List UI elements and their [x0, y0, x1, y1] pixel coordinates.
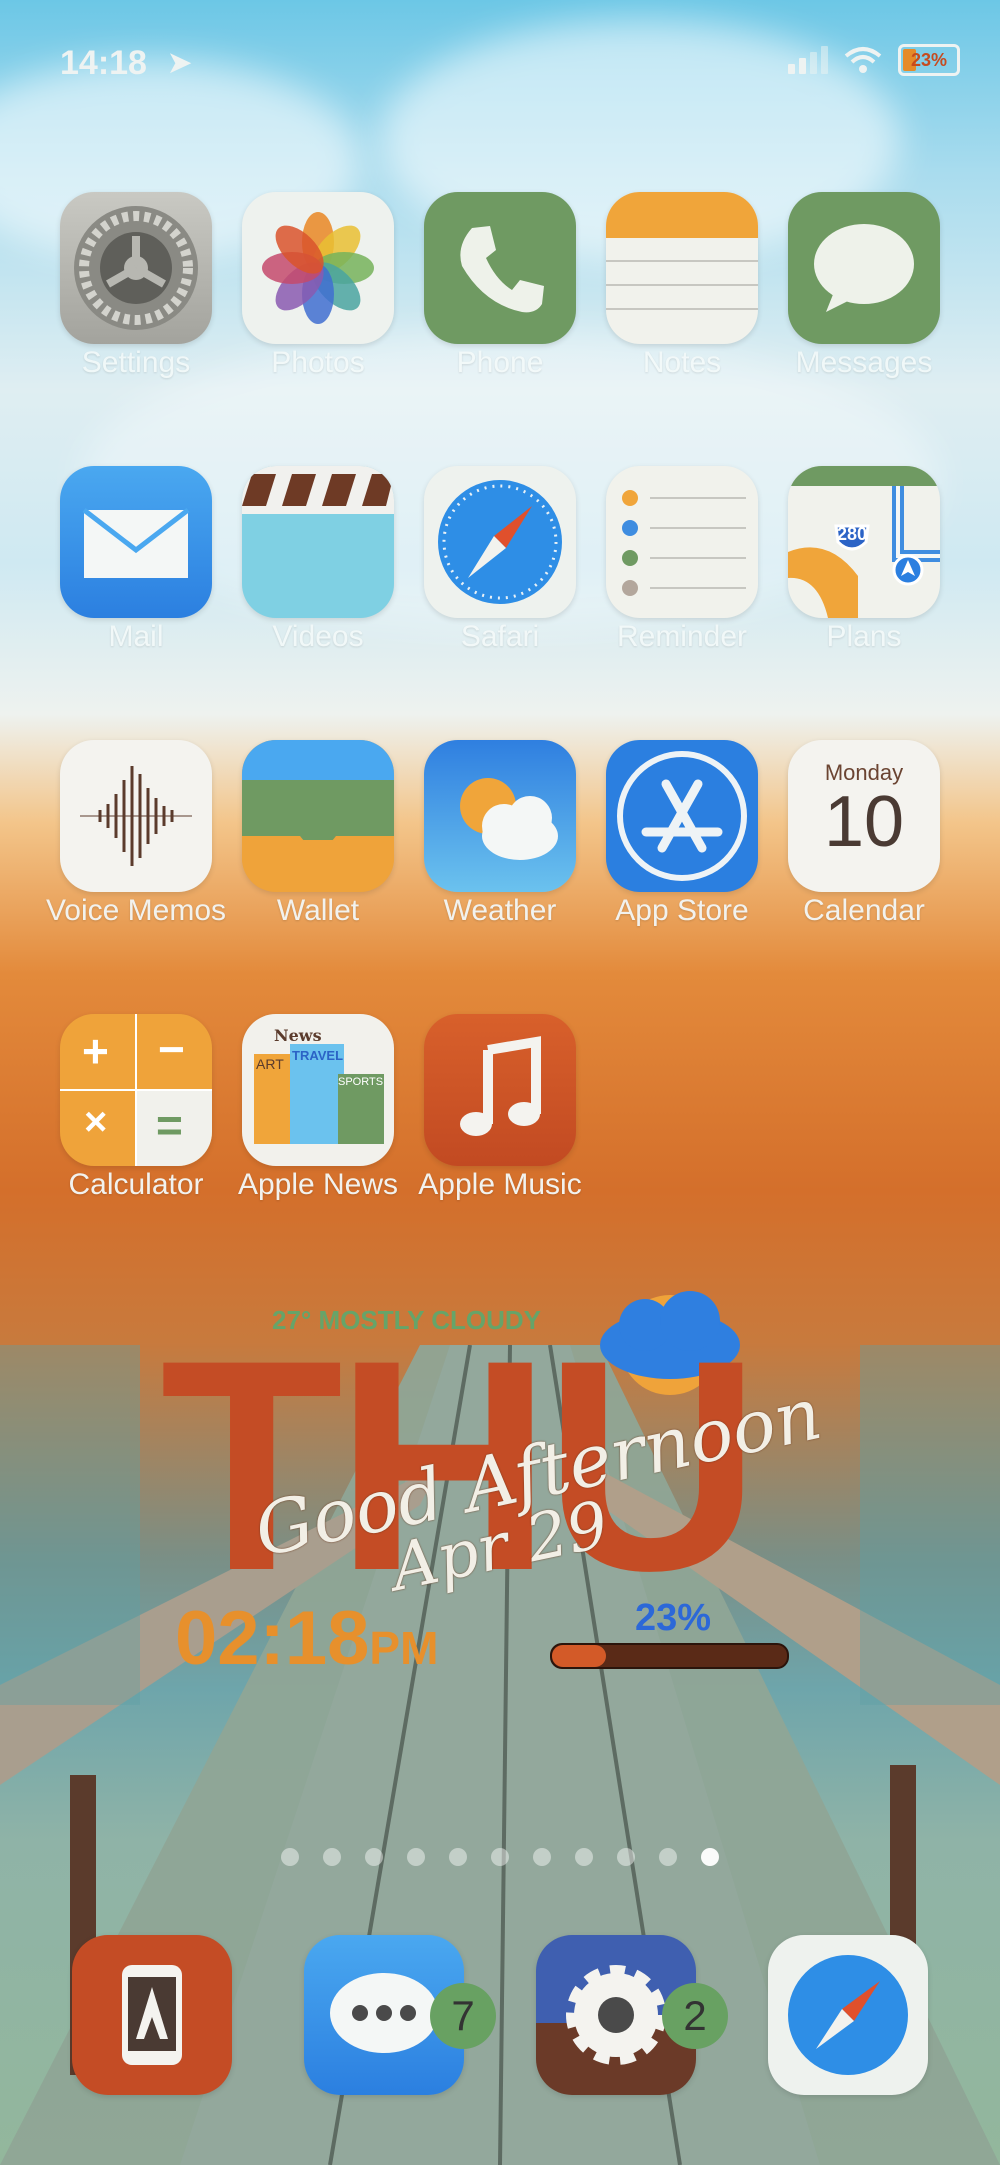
app-plans[interactable]: 280 Plans	[788, 466, 940, 654]
map-icon: 280	[788, 466, 940, 618]
app-wallet[interactable]: Wallet	[242, 740, 394, 928]
clapperboard-icon	[242, 466, 394, 618]
page-dot[interactable]	[617, 1848, 635, 1866]
app-label: Apple Music	[418, 1168, 582, 1201]
app-videos[interactable]: Videos	[242, 466, 394, 654]
page-dot[interactable]	[701, 1848, 719, 1866]
phone-icon	[424, 192, 576, 344]
message-bubble-icon	[788, 192, 940, 344]
calendar-icon: Monday 10	[788, 740, 940, 892]
app-voice-memos[interactable]: Voice Memos	[46, 740, 226, 928]
app-label: Messages	[795, 346, 933, 379]
gear-icon	[60, 192, 212, 344]
newspaper-icon: News ART TRAVEL SPORTS	[242, 1014, 394, 1166]
news-sports-label: SPORTS	[338, 1076, 384, 1088]
app-settings[interactable]: Settings	[60, 192, 212, 380]
news-travel-label: TRAVEL	[292, 1048, 344, 1063]
page-dot[interactable]	[365, 1848, 383, 1866]
app-apple-news[interactable]: News ART TRAVEL SPORTS Apple News	[238, 1014, 398, 1202]
dock-app-launcher[interactable]	[72, 1935, 232, 2095]
status-bar: 14:18 ➤ 23%	[60, 44, 960, 84]
cellular-signal-icon	[788, 46, 828, 74]
page-dot[interactable]	[449, 1848, 467, 1866]
app-store-icon	[606, 740, 758, 892]
compass-icon	[768, 1935, 928, 2095]
app-label: Calendar	[803, 894, 925, 927]
app-apple-music[interactable]: Apple Music	[418, 1014, 582, 1202]
dock-messages[interactable]: 7	[304, 1935, 496, 2095]
sun-cloud-icon	[424, 740, 576, 892]
battery-indicator: 23%	[898, 44, 960, 76]
news-masthead: News	[274, 1026, 322, 1045]
phone-a-icon	[72, 1935, 232, 2095]
widget-clock: 02:18PM	[175, 1595, 438, 1682]
compass-icon	[424, 466, 576, 618]
page-dot[interactable]	[533, 1848, 551, 1866]
widget-battery-percent: 23%	[635, 1597, 712, 1639]
app-label: Plans	[826, 620, 902, 653]
widget-time: 02:18	[175, 1596, 370, 1681]
music-note-icon	[424, 1014, 576, 1166]
calculator-icon: + − × =	[60, 1014, 212, 1166]
wallet-icon	[242, 740, 394, 892]
app-notes[interactable]: Notes	[606, 192, 758, 380]
app-phone[interactable]: Phone	[424, 192, 576, 380]
app-calculator[interactable]: + − × = Calculator	[60, 1014, 212, 1202]
app-weather[interactable]: Weather	[424, 740, 576, 928]
news-art-label: ART	[256, 1056, 284, 1072]
widget-ampm: PM	[369, 1622, 439, 1674]
page-dot[interactable]	[491, 1848, 509, 1866]
page-indicator[interactable]	[0, 1848, 1000, 1866]
checklist-icon	[606, 466, 758, 618]
app-photos[interactable]: Photos	[242, 192, 394, 380]
wifi-icon	[844, 47, 882, 73]
page-dot[interactable]	[323, 1848, 341, 1866]
dock-settings[interactable]: 2	[536, 1935, 728, 2095]
app-messages[interactable]: Messages	[788, 192, 940, 380]
notes-icon	[606, 192, 758, 344]
dock-safari[interactable]	[768, 1935, 928, 2095]
notification-badge: 7	[430, 1983, 496, 2049]
app-safari[interactable]: Safari	[424, 466, 576, 654]
battery-percent: 23%	[910, 49, 948, 70]
calendar-day-number: 10	[823, 782, 905, 862]
photos-flower-icon	[242, 192, 394, 344]
app-reminder[interactable]: Reminder	[606, 466, 758, 654]
app-app-store[interactable]: App Store	[606, 740, 758, 928]
page-dot[interactable]	[407, 1848, 425, 1866]
page-dot[interactable]	[281, 1848, 299, 1866]
battery-progress-bar	[550, 1643, 789, 1669]
app-calendar[interactable]: Monday 10 Calendar	[788, 740, 940, 928]
date-time-widget[interactable]: 27° MOSTLY CLOUDY THU Good Afternoon Apr…	[150, 1291, 828, 1715]
page-dot[interactable]	[659, 1848, 677, 1866]
notification-badge: 2	[662, 1983, 728, 2049]
app-mail[interactable]: Mail	[60, 466, 212, 654]
route-shield-number: 280	[837, 524, 867, 544]
location-arrow-icon: ➤	[168, 47, 192, 78]
page-dot[interactable]	[575, 1848, 593, 1866]
waveform-icon	[60, 740, 212, 892]
status-time: 14:18	[60, 44, 147, 82]
envelope-icon	[60, 466, 212, 618]
